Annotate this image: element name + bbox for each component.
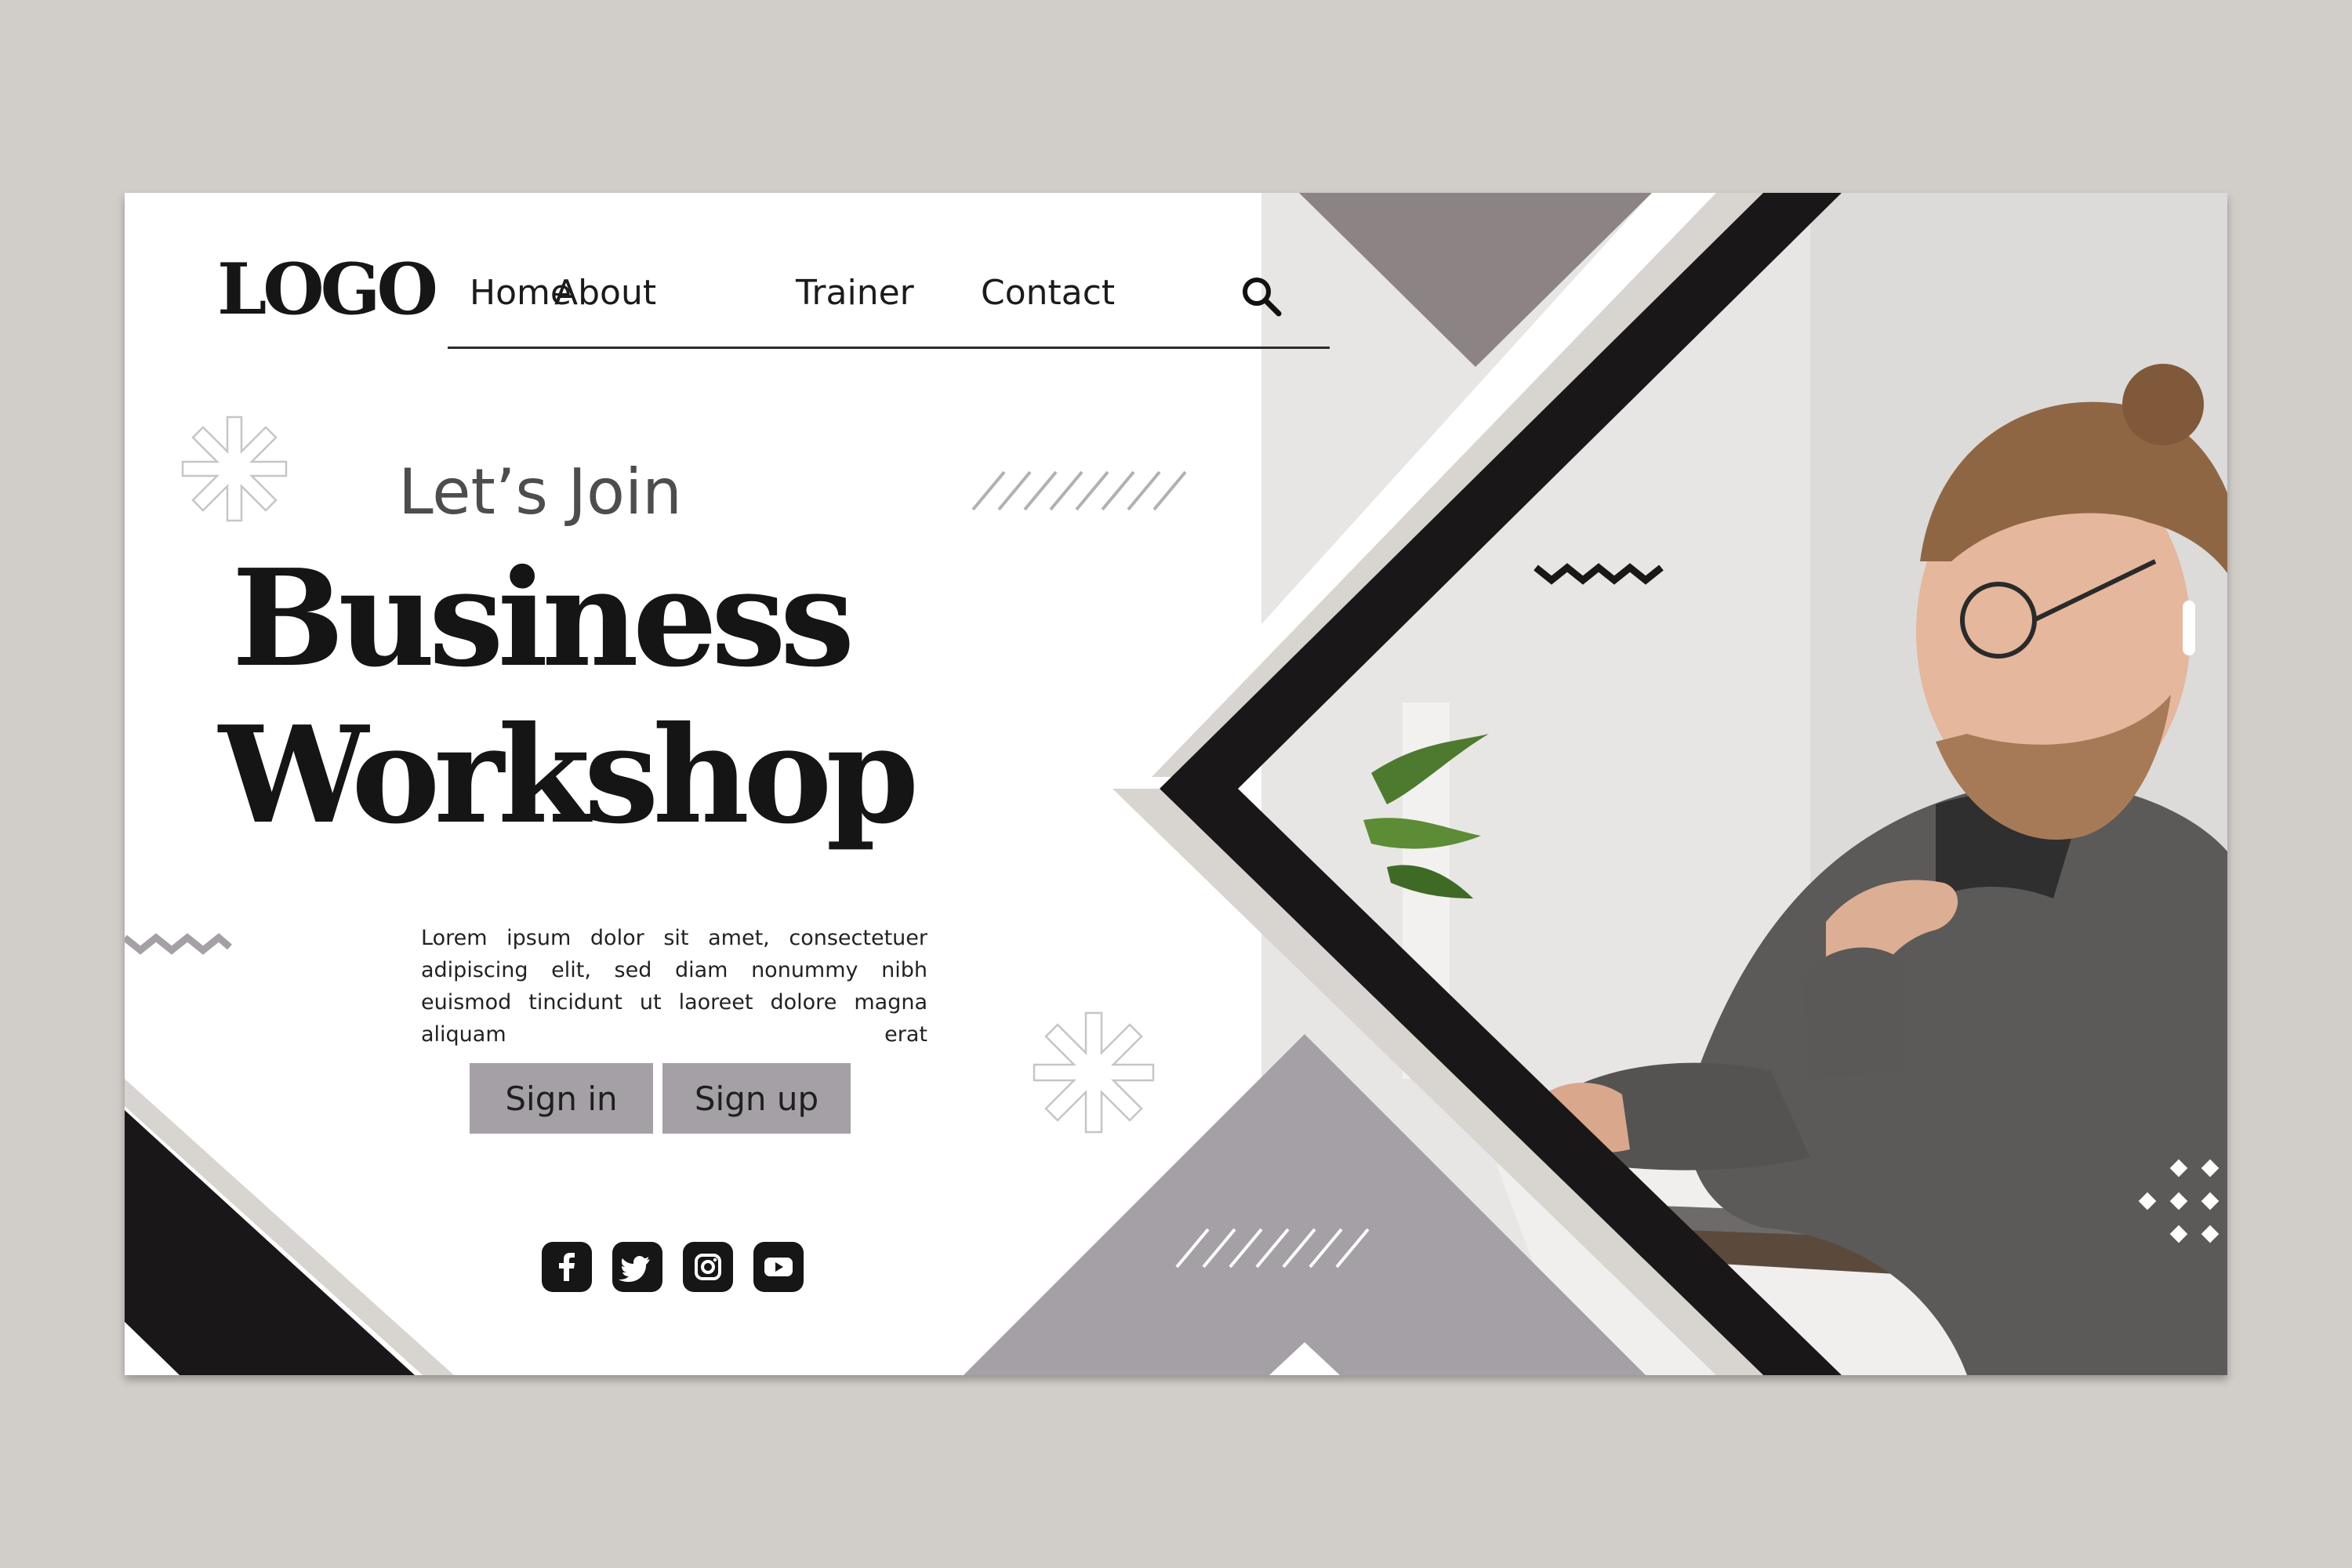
instagram-icon[interactable] [683, 1242, 733, 1292]
asterisk-outline-top [181, 416, 288, 522]
nav-item-trainer[interactable]: Trainer [796, 276, 914, 310]
zigzag-right [1534, 563, 1664, 585]
search-icon[interactable] [1240, 274, 1283, 318]
logo[interactable]: LOGO [217, 254, 438, 325]
zigzag-left [125, 933, 232, 955]
bottom-left-dark-band [125, 1110, 415, 1375]
nav-item-about[interactable]: About [554, 276, 656, 310]
hero-kicker: Let’s Join [398, 456, 682, 528]
nav-item-contact[interactable]: Contact [981, 276, 1115, 310]
asterisk-outline-bottom [1033, 1011, 1155, 1134]
top-navigation: Home Trainer About Contact [448, 268, 1330, 349]
hero-title-line-1: Business [231, 540, 855, 697]
slash-lines-top [971, 470, 1187, 511]
facebook-icon[interactable] [542, 1242, 592, 1292]
hero-description: Lorem ipsum dolor sit amet, consectetuer… [421, 926, 927, 1047]
landing-page-card: LOGO Home Trainer About Contact Let’s Jo… [125, 193, 2227, 1375]
twitter-icon[interactable] [612, 1242, 662, 1292]
youtube-icon[interactable] [753, 1242, 804, 1292]
sign-up-button[interactable]: Sign up [662, 1063, 851, 1134]
hero-title-line-2: Workshop [219, 697, 919, 854]
sign-in-button[interactable]: Sign in [470, 1063, 653, 1134]
